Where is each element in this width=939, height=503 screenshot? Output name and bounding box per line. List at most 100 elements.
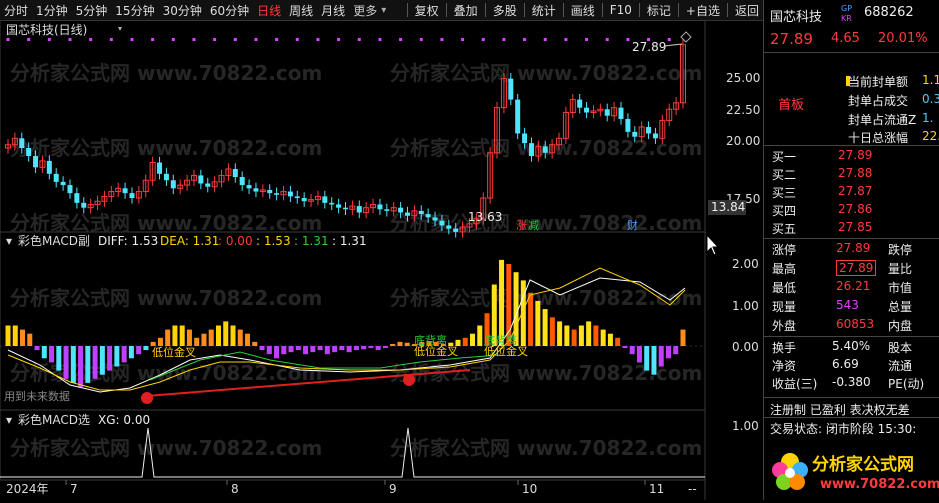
macd-bar: [223, 321, 229, 346]
macd-bar: [324, 346, 330, 355]
stats-grid: 换手 5.40% 股本 净资 6.69 流通 收益(三) -0.380 PE(动): [764, 338, 939, 394]
candle-body: [356, 206, 362, 213]
last-price-label: 13.84: [711, 200, 745, 214]
price-tick: 22.50: [726, 103, 760, 117]
period-tab[interactable]: 月线: [317, 2, 349, 19]
chart-title-dropdown-icon[interactable]: [118, 27, 122, 31]
period-tab[interactable]: 更多: [349, 2, 381, 19]
bid-row: 买三 27.87: [772, 184, 873, 200]
divider: [764, 52, 939, 53]
candle-body: [19, 138, 25, 148]
signal-dot: [47, 38, 51, 41]
signal-dot: [502, 38, 506, 41]
candle-body: [287, 191, 293, 197]
candle-body: [508, 78, 514, 100]
macd-bar: [397, 341, 403, 346]
candle-body: [129, 193, 135, 198]
listing-notice: 注册制 已盈利 表决权无差: [770, 403, 910, 417]
high-arrow: [663, 43, 683, 47]
macd-bar: [346, 346, 352, 353]
tool-button[interactable]: 标记: [643, 2, 675, 19]
macd-bar: [179, 325, 185, 346]
candle-body: [301, 198, 307, 202]
stat-row: 收益(三) -0.380 PE(动): [772, 375, 925, 391]
macd-tick: 0.00: [732, 340, 759, 354]
candle-body: [632, 131, 638, 137]
candle-body: [329, 202, 335, 205]
tool-button[interactable]: +自选: [682, 2, 724, 19]
xg-header: ▾ 彩色MACD选 XG: 0.00: [6, 413, 150, 427]
period-tab[interactable]: 日线: [253, 2, 285, 19]
kline-chart-svg[interactable]: 分析家公式网 www.70822.com 分析家公式网 www.70822.co…: [0, 19, 763, 500]
period-tab[interactable]: 1分钟: [32, 2, 72, 19]
macd-v5: : 1.31: [294, 234, 329, 248]
flower-icon: [772, 453, 808, 490]
signal-dot: [667, 38, 671, 41]
signal-dot: [192, 38, 196, 41]
tool-button[interactable]: 多股: [489, 2, 521, 19]
quote-panel: 国芯科技 GP KR 688262 27.89 4.65 20.01% 首板 当…: [763, 0, 939, 500]
macd-v4: : 1.53: [256, 234, 291, 248]
signal-dot: [461, 38, 465, 41]
macd-bar: [644, 346, 650, 371]
period-tab[interactable]: 60分钟: [206, 2, 253, 19]
period-tab[interactable]: 周线: [285, 2, 317, 19]
signal-dot: [564, 38, 568, 41]
xg-value: XG: 0.00: [98, 413, 150, 427]
more-dropdown-icon[interactable]: ▾: [381, 5, 386, 16]
high-price-label: 27.89: [632, 40, 666, 54]
macd-bar: [114, 346, 120, 367]
tool-button[interactable]: F10: [606, 3, 636, 17]
macd-bar: [230, 325, 236, 346]
macd-bar: [70, 346, 76, 383]
signal-dot: [130, 38, 134, 41]
tool-button[interactable]: 复权: [411, 2, 443, 19]
macd-bar: [201, 333, 207, 346]
finance-tag: 财: [627, 218, 638, 232]
period-tab[interactable]: 分时: [0, 2, 32, 19]
period-tab[interactable]: 30分钟: [159, 2, 206, 19]
macd-bar: [578, 325, 584, 346]
tool-button[interactable]: 返回: [731, 2, 763, 19]
candle-body: [542, 146, 548, 153]
signal-dot: [543, 38, 547, 41]
macd-bar: [245, 333, 251, 346]
macd-bar: [99, 346, 105, 375]
candle-body: [246, 185, 252, 189]
chart-area[interactable]: 分析家公式网 www.70822.com 分析家公式网 www.70822.co…: [0, 19, 763, 500]
signal-dot: [254, 38, 258, 41]
signal-dot: [213, 38, 217, 41]
limit-up-tag: 涨: [516, 219, 527, 232]
chart-title: 国芯科技(日线): [6, 23, 87, 37]
xg-tick: 1.00: [732, 419, 759, 433]
period-tab[interactable]: 15分钟: [111, 2, 158, 19]
tool-button[interactable]: 画线: [567, 2, 599, 19]
tool-button[interactable]: 叠加: [450, 2, 482, 19]
candle-body: [446, 225, 452, 229]
x-tick: 10: [522, 482, 537, 496]
candle-body: [232, 168, 238, 178]
signal-dot: [151, 38, 155, 41]
macd-bar: [49, 346, 55, 363]
quote-grid: 涨停 27.89 跌停 最高 27.89 量比 最低 26.21 市值 现量 543 总量 外盘 6085…: [764, 240, 939, 335]
macd-bar: [549, 317, 555, 346]
toolbar-separator: [562, 3, 564, 17]
candle-body: [432, 217, 438, 221]
macd-dea: DEA: 1.31: [160, 234, 219, 248]
macd-bar: [375, 346, 381, 351]
macd-bar: [215, 325, 221, 346]
macd-bar: [266, 346, 272, 355]
tool-button[interactable]: 统计: [528, 2, 560, 19]
period-tab[interactable]: 5分钟: [72, 2, 112, 19]
candle-body: [33, 156, 39, 168]
candle-body: [163, 173, 169, 181]
macd-bar: [172, 325, 178, 346]
macd-bar: [20, 329, 26, 346]
macd-bar: [557, 321, 563, 346]
logo-text: 分析家公式网: [812, 454, 914, 475]
macd-bar: [252, 341, 258, 346]
macd-bar: [470, 333, 476, 346]
macd-bar: [636, 346, 642, 363]
candle-body: [528, 143, 534, 157]
signal-dot: [337, 38, 341, 41]
